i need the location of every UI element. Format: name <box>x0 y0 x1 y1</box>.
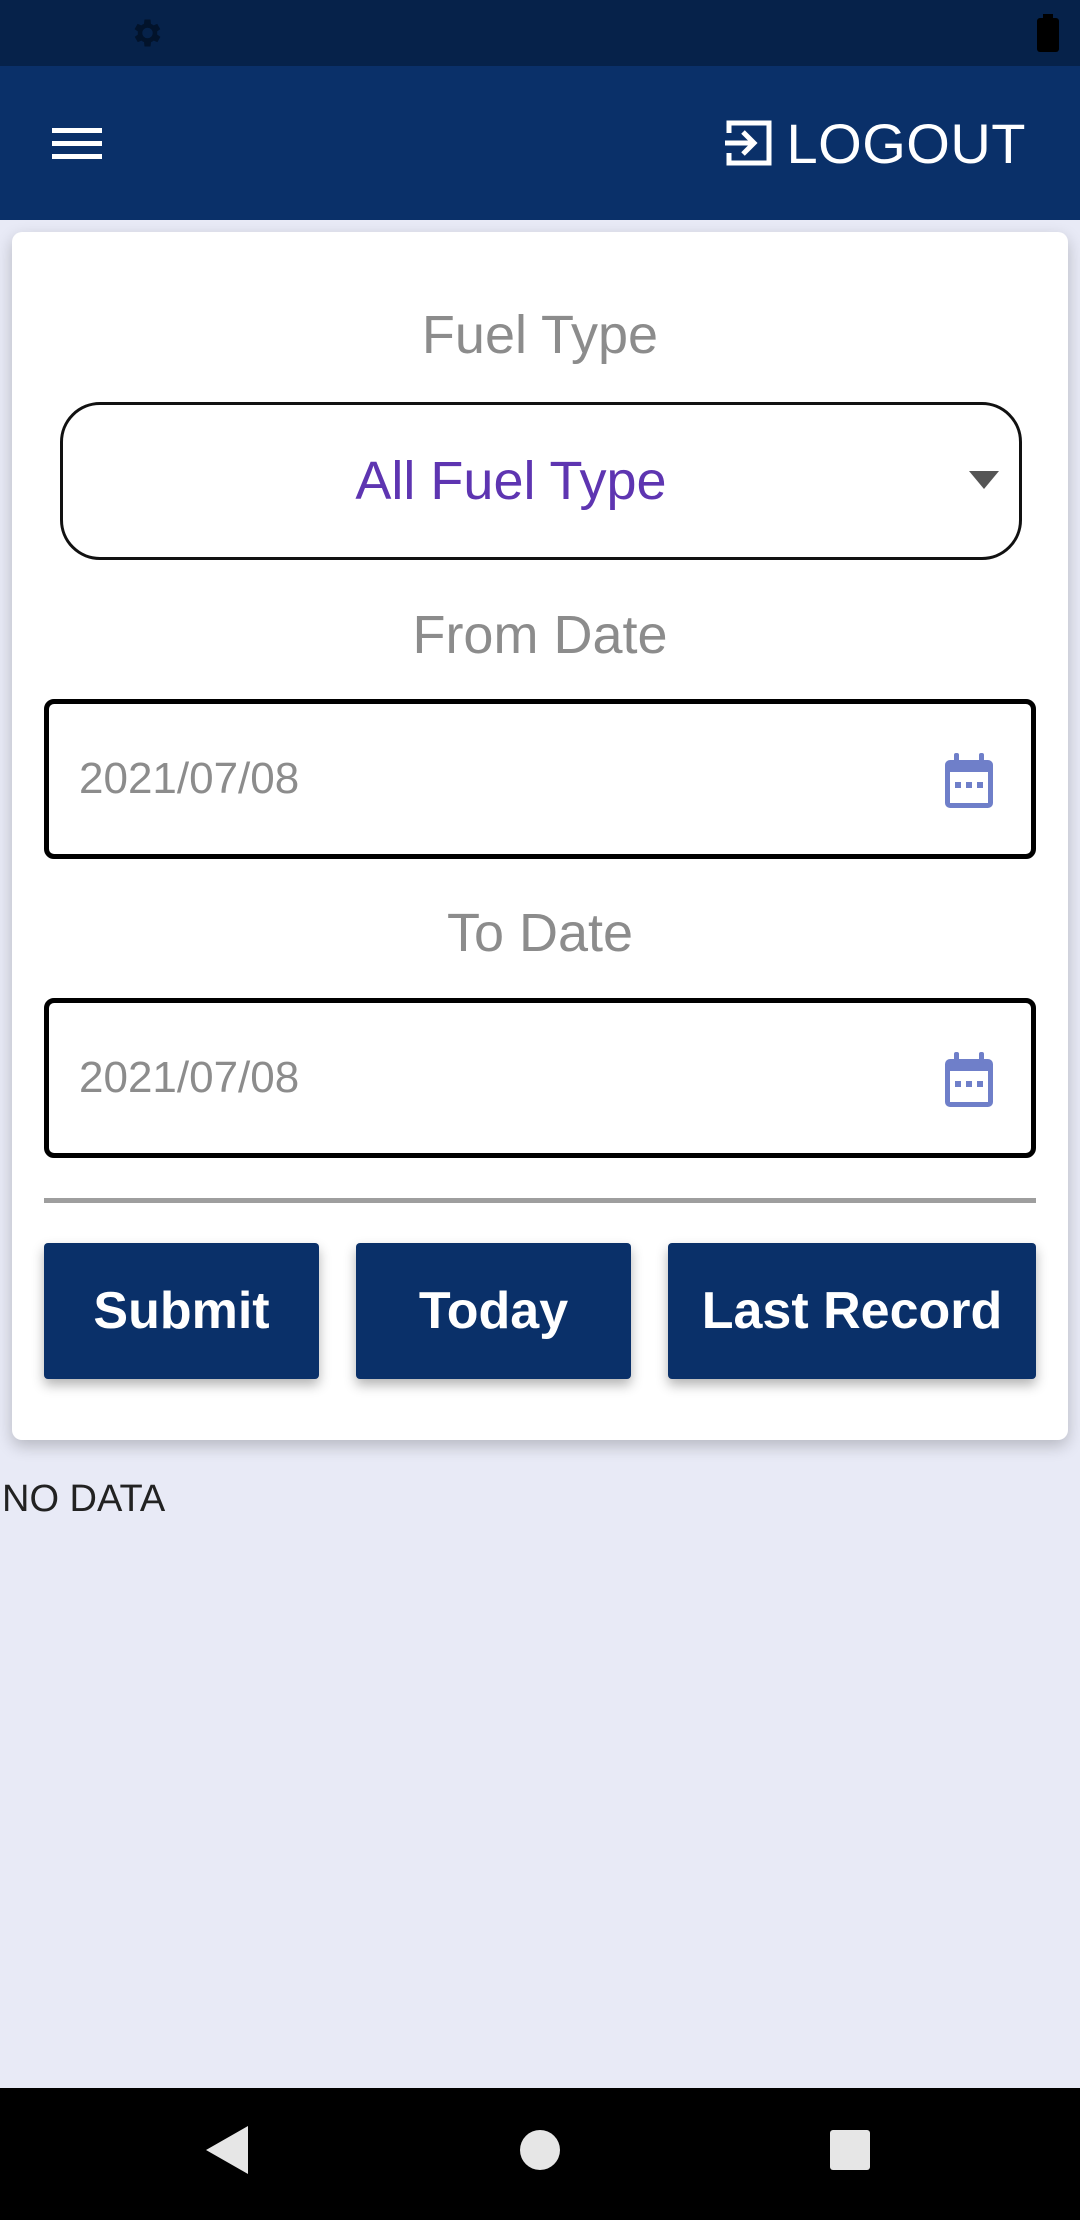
battery-icon <box>1037 14 1059 52</box>
gear-icon <box>134 19 161 47</box>
to-date-label: To Date <box>446 903 634 963</box>
from-date-input[interactable]: 2021/07/08 <box>44 699 1036 859</box>
fuel-type-dropdown[interactable]: All Fuel Type <box>60 402 1022 560</box>
logout-label: LOGOUT <box>786 111 1026 175</box>
fuel-type-value: All Fuel Type <box>355 451 667 511</box>
back-icon[interactable] <box>204 2124 250 2176</box>
home-icon[interactable] <box>519 2124 561 2176</box>
status-bar <box>0 0 1080 66</box>
divider <box>44 1198 1036 1203</box>
hamburger-menu-icon <box>52 128 102 159</box>
last-record-button[interactable]: Last Record <box>668 1243 1036 1379</box>
fuel-type-label: Fuel Type <box>421 305 659 365</box>
from-date-label: From Date <box>412 605 668 665</box>
menu-button[interactable] <box>40 110 114 176</box>
chevron-down-icon <box>969 471 999 489</box>
to-date-value: 2021/07/08 <box>79 1053 300 1102</box>
filter-card: Fuel Type All Fuel Type From Date 2021/0… <box>12 232 1068 1440</box>
calendar-icon[interactable] <box>941 752 997 812</box>
logout-button[interactable]: LOGOUT <box>721 110 1026 176</box>
submit-button[interactable]: Submit <box>44 1243 319 1379</box>
today-button[interactable]: Today <box>356 1243 631 1379</box>
calendar-icon[interactable] <box>941 1051 997 1111</box>
logout-icon <box>724 120 772 166</box>
to-date-input[interactable]: 2021/07/08 <box>44 998 1036 1158</box>
app-bar: LOGOUT <box>0 66 1080 220</box>
from-date-value: 2021/07/08 <box>79 754 300 803</box>
no-data-message: NO DATA <box>2 1478 166 1520</box>
system-nav-bar <box>0 2088 1080 2220</box>
recents-icon[interactable] <box>829 2124 871 2176</box>
